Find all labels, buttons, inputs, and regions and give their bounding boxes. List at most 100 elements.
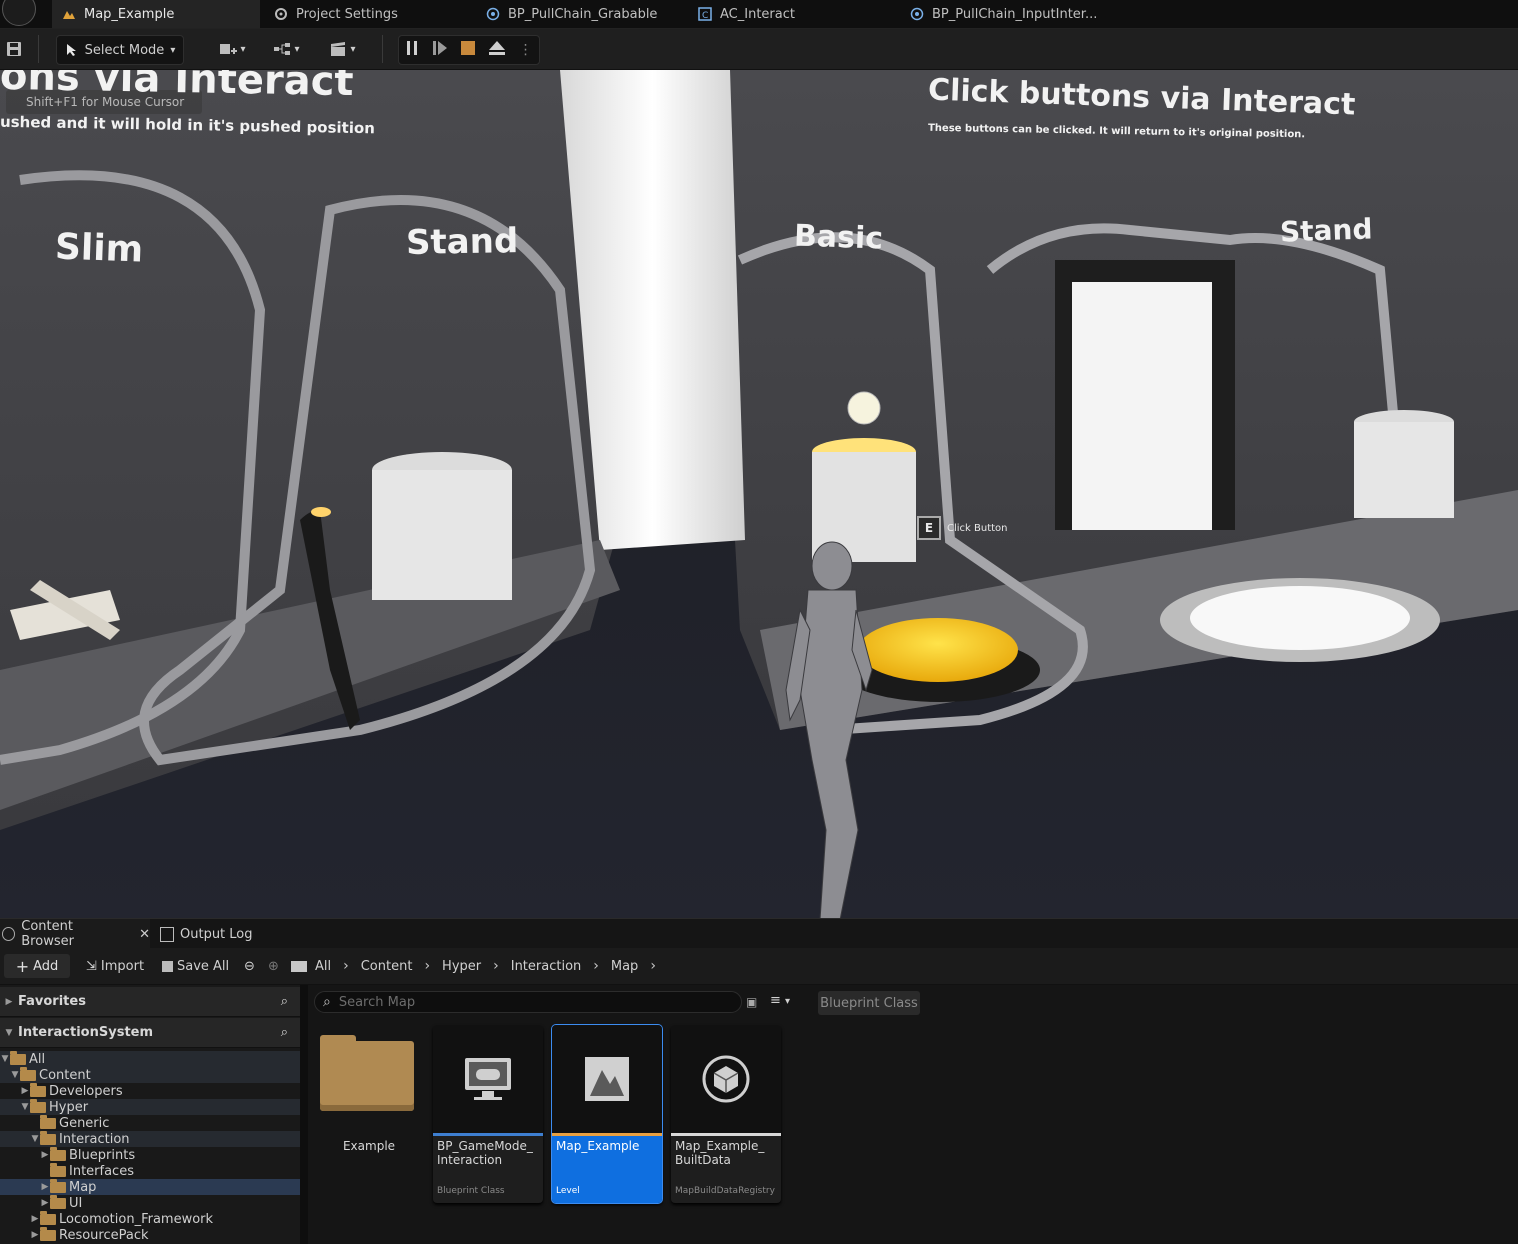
tab-bp-pullchain-grabable[interactable]: BP_PullChain_Grabable [476, 0, 676, 28]
chevron-right-icon[interactable]: › [424, 958, 430, 974]
folder-icon [40, 1226, 56, 1241]
cube-icon [702, 1055, 750, 1103]
chevron-down-icon: ▼ [31, 1134, 39, 1144]
import-button[interactable]: ⇲ Import [86, 948, 144, 984]
tree-item-label: Interfaces [69, 1163, 134, 1179]
tab-label: AC_Interact [720, 6, 795, 22]
tree-item-label: Locomotion_Framework [59, 1211, 214, 1227]
tree-item-hyper[interactable]: ▼ Hyper [0, 1098, 300, 1115]
add-button[interactable]: + Add [4, 954, 70, 978]
folder-icon [291, 948, 307, 984]
tab-content-browser[interactable]: Content Browser ✕ [0, 919, 150, 949]
search-icon[interactable]: ⌕ [281, 1025, 288, 1040]
tab-ac-interact[interactable]: C AC_Interact [688, 0, 888, 28]
save-all-label: Save All [177, 958, 230, 974]
toolbar-divider [38, 35, 39, 63]
blueprint-graph-icon [274, 43, 291, 55]
asset-name: Example [342, 1139, 396, 1153]
search-icon[interactable]: ⌕ [281, 994, 288, 1009]
favorites-label: Favorites [18, 994, 86, 1009]
tree-item-locomotion-framework[interactable]: ▶ Locomotion_Framework [0, 1210, 300, 1227]
tree-item-ui[interactable]: ▶ UI [0, 1194, 300, 1211]
asset-thumbnail [433, 1025, 543, 1133]
tree-item-all[interactable]: ▼ All [0, 1050, 300, 1067]
unreal-logo-icon[interactable] [2, 0, 36, 26]
project-header[interactable]: ▼ InteractionSystem ⌕ [0, 1018, 300, 1048]
frame-skip-icon[interactable] [432, 40, 448, 60]
tab-map-example[interactable]: Map_Example [52, 0, 260, 28]
tab-project-settings[interactable]: Project Settings [264, 0, 464, 28]
tree-item-developers[interactable]: ▶ Developers [0, 1082, 300, 1099]
asset-folder-example[interactable]: Example [316, 1025, 422, 1195]
blueprint-icon [486, 7, 500, 21]
clapperboard-icon [331, 42, 346, 56]
eject-icon[interactable] [488, 40, 506, 60]
add-actor-button[interactable]: ▾ [212, 35, 252, 63]
tree-item-label: Developers [49, 1083, 123, 1099]
chevron-right-icon: ▶ [31, 1230, 39, 1240]
tree-item-content[interactable]: ▼ Content [0, 1066, 300, 1083]
level-viewport[interactable]: Shift+F1 for Mouse Cursor ons via Intera… [0, 70, 1518, 918]
chevron-right-icon[interactable]: › [493, 958, 499, 974]
toolbar-divider [382, 35, 383, 63]
stop-icon[interactable] [460, 41, 475, 59]
tree-item-interfaces[interactable]: Interfaces [0, 1162, 300, 1179]
tab-label: BP_PullChain_InputInter... [932, 6, 1098, 22]
tab-bp-pullchain-inputinteract[interactable]: BP_PullChain_InputInter... [900, 0, 1120, 28]
filter-chip[interactable]: Blueprint Class [818, 991, 920, 1015]
breadcrumb-item[interactable]: Content [361, 959, 413, 974]
asset-card-map-example[interactable]: Map_Example Level [551, 1024, 663, 1204]
search-placeholder: Search Map [338, 994, 416, 1010]
favorites-header[interactable]: ▶ Favorites ⌕ [0, 987, 300, 1017]
editor-tab-bar: Map_Example Project Settings BP_PullChai… [0, 0, 1518, 29]
back-button[interactable]: ⊖ [244, 948, 255, 984]
settings-icon [275, 8, 287, 20]
save-all-button[interactable]: Save All [162, 948, 229, 984]
tree-item-blueprints[interactable]: ▶ Blueprints [0, 1146, 300, 1163]
bottom-panel-tabs: Content Browser ✕ Output Log [0, 918, 1518, 949]
blueprints-menu-button[interactable]: ▾ [266, 35, 306, 63]
folder-icon [50, 1194, 66, 1209]
tree-item-label: Content [39, 1067, 91, 1083]
tree-item-map[interactable]: ▶ Map [0, 1178, 300, 1195]
chevron-right-icon: ▶ [41, 1198, 49, 1208]
breadcrumb-item[interactable]: Interaction [511, 959, 582, 974]
pause-icon[interactable] [405, 40, 419, 60]
breadcrumb-item[interactable]: Map [611, 959, 638, 974]
chevron-right-icon: ▶ [31, 1214, 39, 1224]
breadcrumb-item[interactable]: All [315, 959, 331, 974]
select-mode-dropdown[interactable]: Select Mode ▾ [56, 35, 184, 65]
chevron-down-icon: ▼ [1, 1054, 9, 1064]
tree-item-generic[interactable]: Generic [0, 1114, 300, 1131]
close-icon[interactable]: ✕ [139, 927, 150, 942]
project-label: InteractionSystem [18, 1025, 154, 1040]
chevron-right-icon[interactable]: › [593, 958, 599, 974]
add-actor-icon [220, 44, 238, 54]
filter-dropdown[interactable]: ≡ ▾ [770, 993, 790, 1008]
forward-button[interactable]: ⊕ [268, 948, 279, 984]
tree-item-label: All [29, 1051, 46, 1067]
asset-card-map-builtdata[interactable]: Map_Example_ BuiltData MapBuildDataRegis… [671, 1025, 781, 1203]
breadcrumb-item[interactable]: Hyper [442, 959, 481, 974]
panel-splitter[interactable] [300, 985, 308, 1244]
save-icon[interactable] [4, 35, 24, 63]
import-icon: ⇲ [86, 958, 97, 974]
tree-item-interaction[interactable]: ▼ Interaction [0, 1130, 300, 1147]
asset-type: MapBuildDataRegistry [675, 1186, 775, 1196]
chevron-down-icon: ▾ [350, 43, 356, 55]
cinematics-menu-button[interactable]: ▾ [322, 35, 362, 63]
chevron-down-icon: ▼ [21, 1102, 29, 1112]
save-search-icon[interactable]: ▣ [746, 995, 757, 1009]
folder-icon [40, 1114, 56, 1129]
more-options-icon[interactable]: ⋮ [519, 42, 533, 58]
chevron-right-icon[interactable]: › [343, 958, 349, 974]
search-input[interactable]: ⌕ Search Map [314, 991, 742, 1013]
tab-output-log[interactable]: Output Log [160, 919, 253, 949]
interaction-prompt: E Click Button [917, 516, 1008, 540]
tree-item-resourcepack[interactable]: ▶ ResourcePack [0, 1226, 300, 1243]
folder-icon [50, 1162, 66, 1177]
asset-card-bp-gamemode[interactable]: BP_GameMode_ Interaction Blueprint Class [433, 1025, 543, 1203]
chevron-right-icon[interactable]: › [650, 958, 656, 974]
folder-icon [30, 1082, 46, 1097]
tab-label: BP_PullChain_Grabable [508, 6, 658, 22]
